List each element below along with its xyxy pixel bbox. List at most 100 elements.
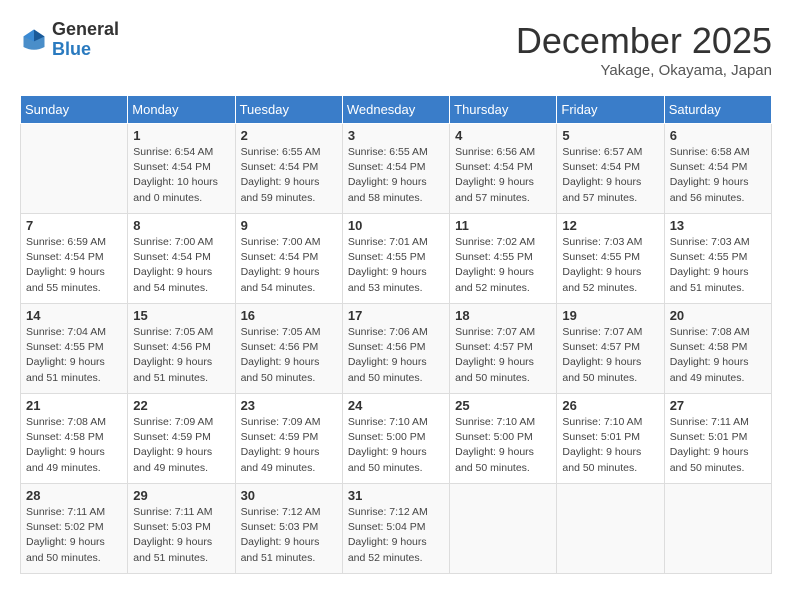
month-title: December 2025 bbox=[516, 20, 772, 62]
calendar-cell: 23Sunrise: 7:09 AMSunset: 4:59 PMDayligh… bbox=[235, 394, 342, 484]
day-number: 24 bbox=[348, 398, 444, 413]
day-info: Sunrise: 7:03 AMSunset: 4:55 PMDaylight:… bbox=[670, 235, 766, 296]
calendar-cell: 10 Sunrise: 7:01 AMSunset: 4:55 PMDayligh… bbox=[342, 214, 449, 304]
day-number: 17 bbox=[348, 308, 444, 323]
day-info: Sunrise: 7:01 AMSunset: 4:55 PMDaylight:… bbox=[348, 235, 444, 296]
calendar-cell: 13Sunrise: 7:03 AMSunset: 4:55 PMDayligh… bbox=[664, 214, 771, 304]
day-info: Sunrise: 7:10 AMSunset: 5:01 PMDaylight:… bbox=[562, 415, 658, 476]
day-info: Sunrise: 6:55 AMSunset: 4:54 PMDaylight:… bbox=[348, 145, 444, 206]
day-info: Sunrise: 7:00 AMSunset: 4:54 PMDaylight:… bbox=[241, 235, 337, 296]
weekday-header: Monday bbox=[128, 96, 235, 124]
weekday-header: Saturday bbox=[664, 96, 771, 124]
calendar-cell: 11 Sunrise: 7:02 AMSunset: 4:55 PMDayligh… bbox=[450, 214, 557, 304]
calendar-cell bbox=[21, 124, 128, 214]
day-number: 9 bbox=[241, 218, 337, 233]
day-number: 22 bbox=[133, 398, 229, 413]
calendar-cell bbox=[450, 484, 557, 574]
day-number: 21 bbox=[26, 398, 122, 413]
day-number: 16 bbox=[241, 308, 337, 323]
calendar-cell: 1 Sunrise: 6:54 AMSunset: 4:54 PMDaylight… bbox=[128, 124, 235, 214]
calendar-cell: 15 Sunrise: 7:05 AMSunset: 4:56 PMDayligh… bbox=[128, 304, 235, 394]
weekday-header: Thursday bbox=[450, 96, 557, 124]
day-info: Sunrise: 6:58 AMSunset: 4:54 PMDaylight:… bbox=[670, 145, 766, 206]
calendar-table: SundayMondayTuesdayWednesdayThursdayFrid… bbox=[20, 95, 772, 574]
day-info: Sunrise: 6:54 AMSunset: 4:54 PMDaylight:… bbox=[133, 145, 229, 206]
day-info: Sunrise: 7:11 AMSunset: 5:01 PMDaylight:… bbox=[670, 415, 766, 476]
day-info: Sunrise: 7:11 AMSunset: 5:03 PMDaylight:… bbox=[133, 505, 229, 566]
weekday-header: Tuesday bbox=[235, 96, 342, 124]
day-number: 26 bbox=[562, 398, 658, 413]
weekday-header: Wednesday bbox=[342, 96, 449, 124]
calendar-week-row: 28Sunrise: 7:11 AMSunset: 5:02 PMDayligh… bbox=[21, 484, 772, 574]
calendar-cell: 25 Sunrise: 7:10 AMSunset: 5:00 PMDayligh… bbox=[450, 394, 557, 484]
day-info: Sunrise: 7:10 AMSunset: 5:00 PMDaylight:… bbox=[348, 415, 444, 476]
calendar-cell: 17Sunrise: 7:06 AMSunset: 4:56 PMDayligh… bbox=[342, 304, 449, 394]
day-number: 5 bbox=[562, 128, 658, 143]
day-info: Sunrise: 6:56 AMSunset: 4:54 PMDaylight:… bbox=[455, 145, 551, 206]
day-info: Sunrise: 7:08 AMSunset: 4:58 PMDaylight:… bbox=[26, 415, 122, 476]
calendar-cell: 8Sunrise: 7:00 AMSunset: 4:54 PMDaylight… bbox=[128, 214, 235, 304]
calendar-cell: 2Sunrise: 6:55 AMSunset: 4:54 PMDaylight… bbox=[235, 124, 342, 214]
page-header: General Blue December 2025 Yakage, Okaya… bbox=[20, 20, 772, 79]
day-number: 11 bbox=[455, 218, 551, 233]
day-number: 14 bbox=[26, 308, 122, 323]
calendar-cell: 5 Sunrise: 6:57 AMSunset: 4:54 PMDaylight… bbox=[557, 124, 664, 214]
day-info: Sunrise: 7:11 AMSunset: 5:02 PMDaylight:… bbox=[26, 505, 122, 566]
calendar-week-row: 7Sunrise: 6:59 AMSunset: 4:54 PMDaylight… bbox=[21, 214, 772, 304]
title-block: December 2025 Yakage, Okayama, Japan bbox=[516, 20, 772, 79]
day-number: 20 bbox=[670, 308, 766, 323]
logo-text: General Blue bbox=[52, 20, 119, 60]
calendar-cell: 14 Sunrise: 7:04 AMSunset: 4:55 PMDayligh… bbox=[21, 304, 128, 394]
calendar-cell: 7Sunrise: 6:59 AMSunset: 4:54 PMDaylight… bbox=[21, 214, 128, 304]
calendar-cell: 26 Sunrise: 7:10 AMSunset: 5:01 PMDayligh… bbox=[557, 394, 664, 484]
day-info: Sunrise: 7:09 AMSunset: 4:59 PMDaylight:… bbox=[133, 415, 229, 476]
calendar-cell: 27 Sunrise: 7:11 AMSunset: 5:01 PMDayligh… bbox=[664, 394, 771, 484]
weekday-header: Sunday bbox=[21, 96, 128, 124]
calendar-cell bbox=[664, 484, 771, 574]
day-number: 29 bbox=[133, 488, 229, 503]
day-number: 10 bbox=[348, 218, 444, 233]
logo: General Blue bbox=[20, 20, 119, 60]
day-info: Sunrise: 7:04 AMSunset: 4:55 PMDaylight:… bbox=[26, 325, 122, 386]
weekday-header-row: SundayMondayTuesdayWednesdayThursdayFrid… bbox=[21, 96, 772, 124]
day-info: Sunrise: 7:10 AMSunset: 5:00 PMDaylight:… bbox=[455, 415, 551, 476]
calendar-cell: 9 Sunrise: 7:00 AMSunset: 4:54 PMDaylight… bbox=[235, 214, 342, 304]
day-info: Sunrise: 7:12 AMSunset: 5:04 PMDaylight:… bbox=[348, 505, 444, 566]
day-info: Sunrise: 7:03 AMSunset: 4:55 PMDaylight:… bbox=[562, 235, 658, 296]
weekday-header: Friday bbox=[557, 96, 664, 124]
day-info: Sunrise: 7:08 AMSunset: 4:58 PMDaylight:… bbox=[670, 325, 766, 386]
day-number: 25 bbox=[455, 398, 551, 413]
calendar-cell: 20 Sunrise: 7:08 AMSunset: 4:58 PMDayligh… bbox=[664, 304, 771, 394]
calendar-cell: 12 Sunrise: 7:03 AMSunset: 4:55 PMDayligh… bbox=[557, 214, 664, 304]
day-info: Sunrise: 7:09 AMSunset: 4:59 PMDaylight:… bbox=[241, 415, 337, 476]
location-subtitle: Yakage, Okayama, Japan bbox=[516, 62, 772, 79]
calendar-cell: 24 Sunrise: 7:10 AMSunset: 5:00 PMDayligh… bbox=[342, 394, 449, 484]
day-number: 6 bbox=[670, 128, 766, 143]
calendar-cell: 18Sunrise: 7:07 AMSunset: 4:57 PMDayligh… bbox=[450, 304, 557, 394]
day-info: Sunrise: 7:05 AMSunset: 4:56 PMDaylight:… bbox=[241, 325, 337, 386]
calendar-cell: 30 Sunrise: 7:12 AMSunset: 5:03 PMDayligh… bbox=[235, 484, 342, 574]
calendar-cell: 4 Sunrise: 6:56 AMSunset: 4:54 PMDaylight… bbox=[450, 124, 557, 214]
day-number: 3 bbox=[348, 128, 444, 143]
day-number: 4 bbox=[455, 128, 551, 143]
calendar-week-row: 14 Sunrise: 7:04 AMSunset: 4:55 PMDayligh… bbox=[21, 304, 772, 394]
day-info: Sunrise: 7:07 AMSunset: 4:57 PMDaylight:… bbox=[455, 325, 551, 386]
day-info: Sunrise: 7:05 AMSunset: 4:56 PMDaylight:… bbox=[133, 325, 229, 386]
calendar-cell: 22 Sunrise: 7:09 AMSunset: 4:59 PMDayligh… bbox=[128, 394, 235, 484]
day-number: 30 bbox=[241, 488, 337, 503]
calendar-cell: 31 Sunrise: 7:12 AMSunset: 5:04 PMDayligh… bbox=[342, 484, 449, 574]
calendar-week-row: 21 Sunrise: 7:08 AMSunset: 4:58 PMDayligh… bbox=[21, 394, 772, 484]
day-info: Sunrise: 7:02 AMSunset: 4:55 PMDaylight:… bbox=[455, 235, 551, 296]
day-number: 15 bbox=[133, 308, 229, 323]
day-info: Sunrise: 6:55 AMSunset: 4:54 PMDaylight:… bbox=[241, 145, 337, 206]
calendar-cell: 19Sunrise: 7:07 AMSunset: 4:57 PMDayligh… bbox=[557, 304, 664, 394]
calendar-cell: 3 Sunrise: 6:55 AMSunset: 4:54 PMDaylight… bbox=[342, 124, 449, 214]
day-info: Sunrise: 6:57 AMSunset: 4:54 PMDaylight:… bbox=[562, 145, 658, 206]
day-number: 12 bbox=[562, 218, 658, 233]
day-info: Sunrise: 6:59 AMSunset: 4:54 PMDaylight:… bbox=[26, 235, 122, 296]
day-info: Sunrise: 7:07 AMSunset: 4:57 PMDaylight:… bbox=[562, 325, 658, 386]
day-number: 27 bbox=[670, 398, 766, 413]
day-number: 31 bbox=[348, 488, 444, 503]
day-info: Sunrise: 7:12 AMSunset: 5:03 PMDaylight:… bbox=[241, 505, 337, 566]
day-number: 1 bbox=[133, 128, 229, 143]
